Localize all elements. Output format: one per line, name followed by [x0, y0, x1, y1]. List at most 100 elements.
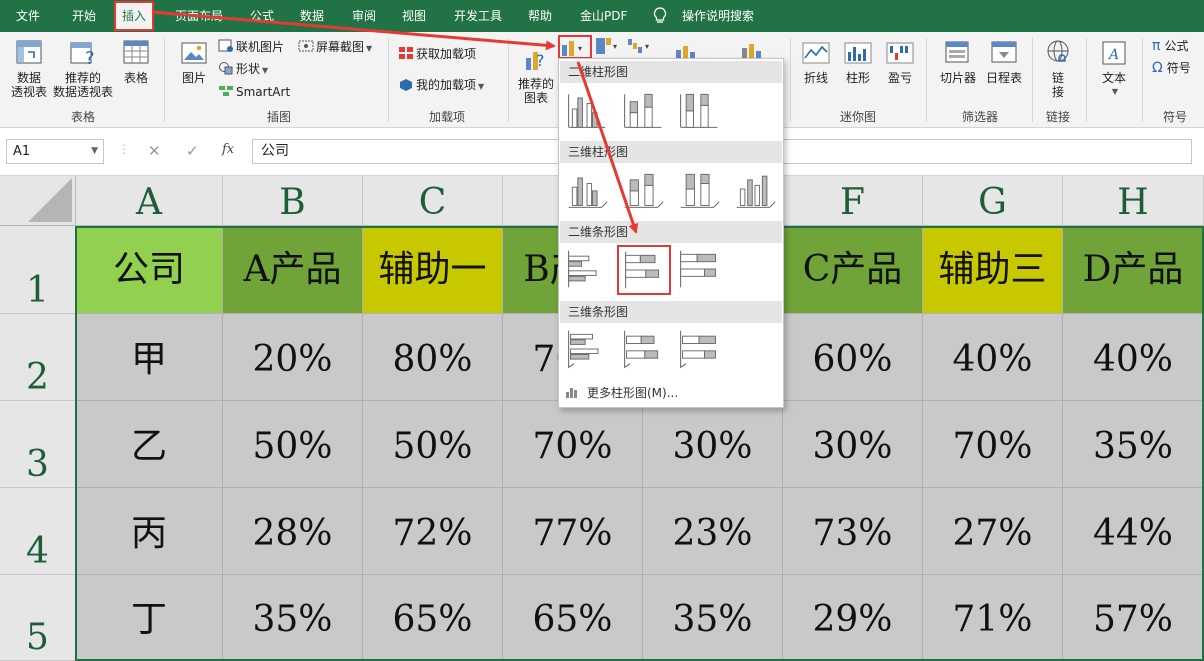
3d-clustered-bar-option[interactable] — [565, 327, 613, 375]
data-cell[interactable]: 20% — [223, 314, 363, 401]
data-cell[interactable]: 丙 — [76, 488, 223, 575]
more-column-charts-item[interactable]: 更多柱形图(M)... — [565, 383, 678, 403]
header-cell[interactable]: 公司 — [76, 226, 223, 314]
data-cell[interactable]: 70% — [503, 401, 643, 488]
name-box[interactable]: A1 ▼ — [6, 139, 104, 164]
data-cell[interactable]: 72% — [363, 488, 503, 575]
column-header-b[interactable]: B — [223, 176, 363, 226]
column-header-f[interactable]: F — [783, 176, 923, 226]
data-cell[interactable]: 29% — [783, 575, 923, 661]
my-addins-button[interactable]: 我的加载项 ▼ — [398, 75, 484, 95]
cancel-icon[interactable]: ✕ — [148, 142, 161, 160]
data-cell[interactable]: 35% — [223, 575, 363, 661]
3d-stacked-100-column-option[interactable] — [677, 167, 725, 215]
header-cell[interactable]: 辅助三 — [923, 226, 1063, 314]
tab-data[interactable]: 数据 — [300, 0, 324, 32]
smartart-button[interactable]: SmartArt — [218, 82, 290, 102]
header-cell[interactable]: D产品 — [1063, 226, 1204, 314]
insert-hierarchy-chart-button[interactable]: ▾ — [594, 35, 624, 59]
screenshot-button[interactable]: 屏幕截图 ▼ — [298, 37, 372, 57]
tab-review[interactable]: 审阅 — [352, 0, 376, 32]
data-cell[interactable]: 40% — [1063, 314, 1204, 401]
stacked-column-option[interactable] — [621, 87, 669, 135]
tab-page-layout[interactable]: 页面布局 — [175, 0, 223, 32]
column-header-c[interactable]: C — [363, 176, 503, 226]
3d-stacked-bar-option[interactable] — [621, 327, 669, 375]
data-cell[interactable]: 乙 — [76, 401, 223, 488]
tab-insert[interactable]: 插入 — [114, 1, 155, 31]
pivot-table-button[interactable]: 数据 透视表 — [8, 38, 50, 99]
tab-home[interactable]: 开始 — [72, 0, 96, 32]
data-cell[interactable]: 77% — [503, 488, 643, 575]
confirm-icon[interactable]: ✓ — [186, 142, 199, 160]
data-cell[interactable]: 65% — [363, 575, 503, 661]
shapes-button[interactable]: 形状 ▼ — [218, 59, 268, 79]
3d-clustered-column-option[interactable] — [565, 167, 613, 215]
tab-help[interactable]: 帮助 — [528, 0, 552, 32]
insert-column-chart-button[interactable]: ▾ — [558, 35, 592, 59]
data-cell[interactable]: 50% — [223, 401, 363, 488]
row-header-3[interactable]: 3 — [0, 401, 76, 488]
tab-formulas[interactable]: 公式 — [250, 0, 274, 32]
row-header-5[interactable]: 5 — [0, 575, 76, 661]
column-header-h[interactable]: H — [1063, 176, 1204, 226]
header-cell[interactable]: A产品 — [223, 226, 363, 314]
data-cell[interactable]: 35% — [1063, 401, 1204, 488]
3d-column-option[interactable] — [733, 167, 781, 215]
insert-function-icon[interactable]: fx — [222, 142, 234, 157]
data-cell[interactable]: 30% — [783, 401, 923, 488]
data-cell[interactable]: 70% — [923, 401, 1063, 488]
online-pictures-button[interactable]: 联机图片 — [218, 37, 284, 57]
clustered-column-option[interactable] — [565, 87, 613, 135]
data-cell[interactable]: 50% — [363, 401, 503, 488]
tell-me-search[interactable]: 操作说明搜索 — [682, 0, 754, 32]
recommended-pivot-button[interactable]: ? 推荐的 数据透视表 — [52, 38, 114, 99]
insert-waterfall-chart-button[interactable]: ▾ — [626, 35, 656, 59]
sparkline-column-button[interactable]: 柱形 — [840, 38, 876, 85]
data-cell[interactable]: 60% — [783, 314, 923, 401]
sparkline-winloss-button[interactable]: 盈亏 — [882, 38, 918, 85]
row-header-1[interactable]: 1 — [0, 226, 76, 314]
tab-wps-pdf[interactable]: 金山PDF — [580, 0, 627, 32]
row-header-2[interactable]: 2 — [0, 314, 76, 401]
symbol-button[interactable]: Ω 符号 — [1152, 58, 1191, 78]
data-cell[interactable]: 71% — [923, 575, 1063, 661]
3d-stacked-column-option[interactable] — [621, 167, 669, 215]
data-cell[interactable]: 40% — [923, 314, 1063, 401]
tab-developer[interactable]: 开发工具 — [454, 0, 502, 32]
tab-view[interactable]: 视图 — [402, 0, 426, 32]
column-header-a[interactable]: A — [76, 176, 223, 226]
text-button[interactable]: A 文本 ▼ — [1094, 38, 1134, 99]
select-all-corner[interactable] — [0, 176, 76, 226]
get-addins-button[interactable]: 获取加载项 — [398, 44, 476, 64]
stacked-bar-option[interactable] — [617, 245, 671, 295]
data-cell[interactable]: 44% — [1063, 488, 1204, 575]
data-cell[interactable]: 23% — [643, 488, 783, 575]
timeline-button[interactable]: 日程表 — [982, 38, 1026, 85]
data-cell[interactable]: 65% — [503, 575, 643, 661]
sparkline-line-button[interactable]: 折线 — [798, 38, 834, 85]
row-header-4[interactable]: 4 — [0, 488, 76, 575]
data-cell[interactable]: 27% — [923, 488, 1063, 575]
link-button[interactable]: 链 接 — [1040, 38, 1076, 99]
3d-stacked-100-bar-option[interactable] — [677, 327, 725, 375]
header-cell[interactable]: C产品 — [783, 226, 923, 314]
data-cell[interactable]: 30% — [643, 401, 783, 488]
table-button[interactable]: 表格 — [118, 38, 154, 85]
data-cell[interactable]: 80% — [363, 314, 503, 401]
chevron-down-icon[interactable]: ▼ — [91, 140, 98, 163]
equation-button[interactable]: π 公式 — [1152, 36, 1188, 56]
data-cell[interactable]: 35% — [643, 575, 783, 661]
stacked-100-column-option[interactable] — [677, 87, 725, 135]
data-cell[interactable]: 73% — [783, 488, 923, 575]
slicer-button[interactable]: 切片器 — [936, 38, 980, 85]
clustered-bar-option[interactable] — [565, 247, 613, 295]
data-cell[interactable]: 28% — [223, 488, 363, 575]
data-cell[interactable]: 甲 — [76, 314, 223, 401]
header-cell[interactable]: 辅助一 — [363, 226, 503, 314]
data-cell[interactable]: 57% — [1063, 575, 1204, 661]
picture-button[interactable]: 图片 — [176, 38, 212, 85]
data-cell[interactable]: 丁 — [76, 575, 223, 661]
recommended-charts-button[interactable]: ? 推荐的 图表 — [514, 44, 558, 105]
stacked-100-bar-option[interactable] — [677, 247, 725, 295]
